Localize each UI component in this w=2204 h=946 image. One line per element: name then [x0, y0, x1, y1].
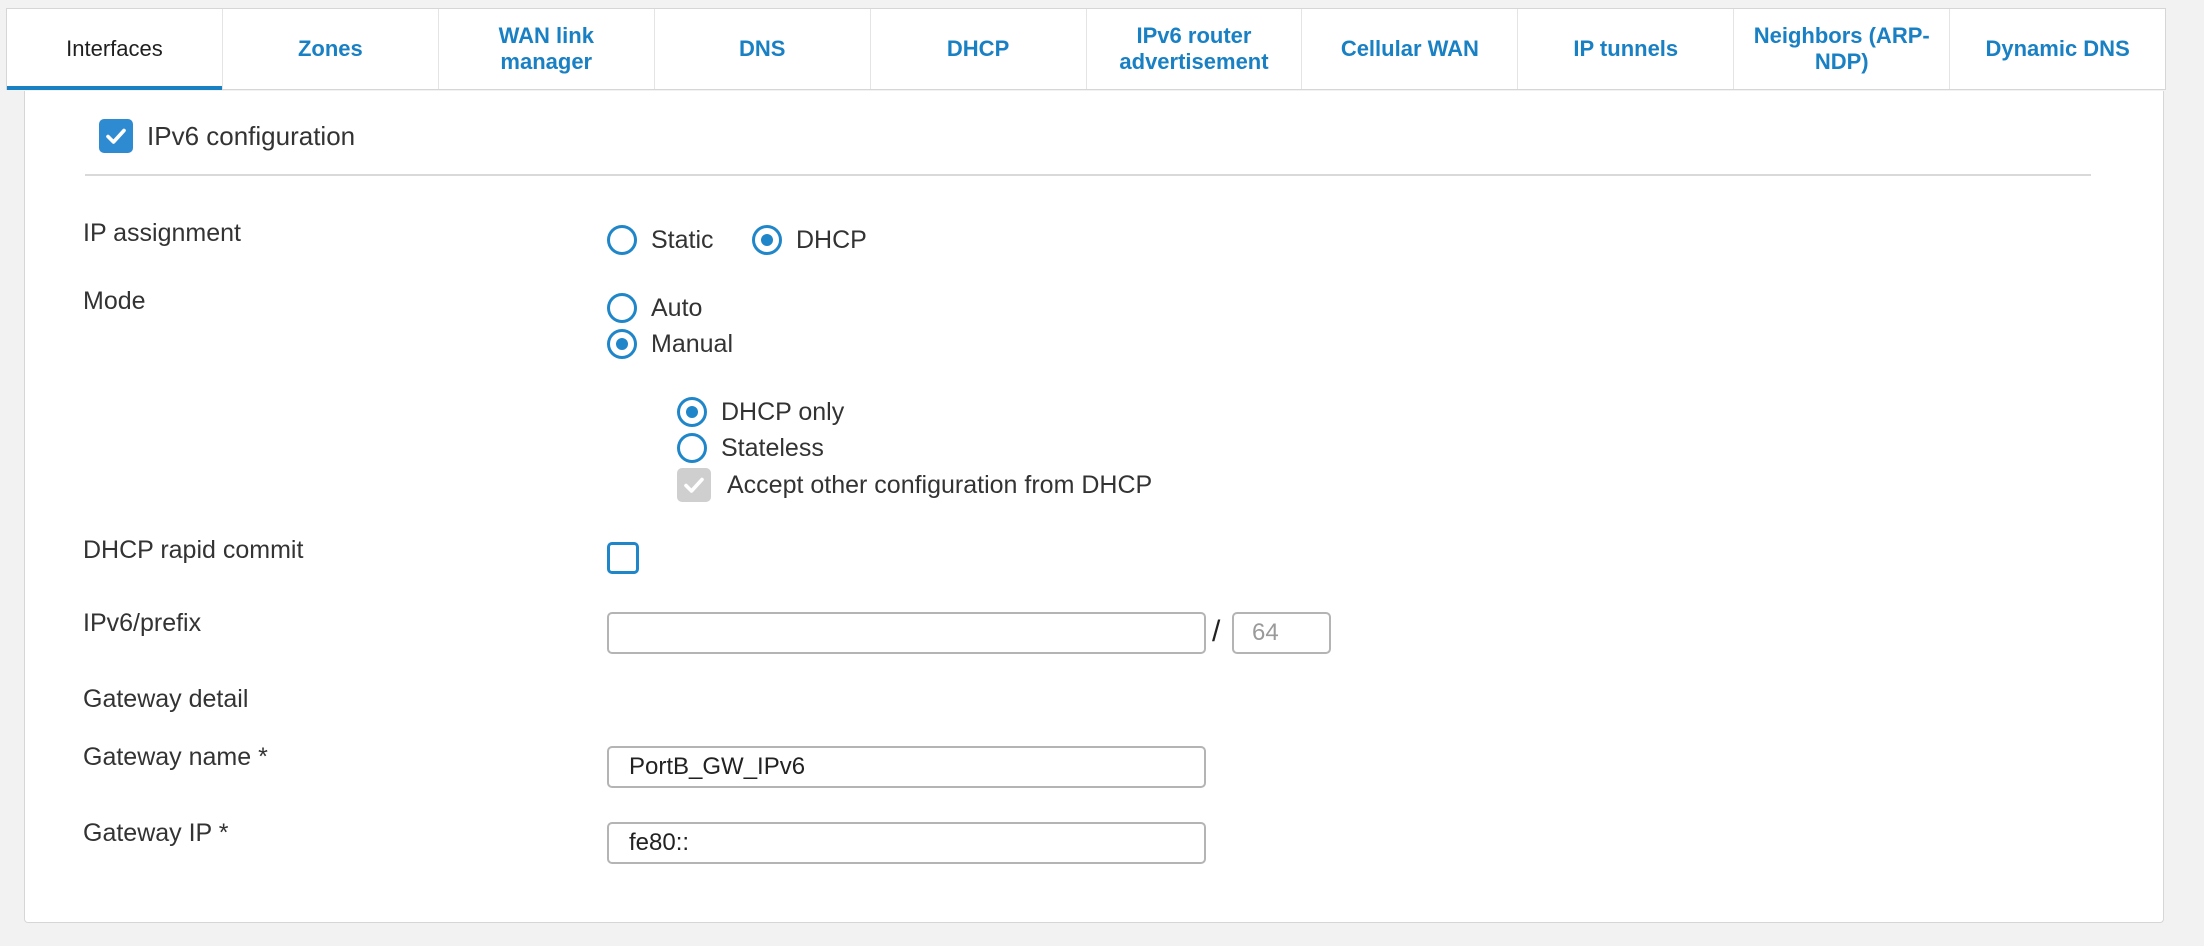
- radio-auto[interactable]: Auto: [607, 293, 702, 323]
- radio-static[interactable]: Static: [607, 225, 714, 255]
- radio-stateless[interactable]: Stateless: [677, 433, 824, 463]
- tab-interfaces[interactable]: Interfaces: [7, 9, 223, 90]
- prefix-length-input[interactable]: [1232, 612, 1331, 654]
- tab-dns[interactable]: DNS: [655, 9, 871, 89]
- accept-other-config-label: Accept other configuration from DHCP: [727, 470, 1153, 499]
- ipv6-config-panel: IPv6 configuration IP assignment Static …: [24, 91, 2164, 923]
- tab-dynamic-dns[interactable]: Dynamic DNS: [1950, 9, 2165, 89]
- gateway-ip-label: Gateway IP *: [83, 819, 229, 847]
- radio-stateless-label: Stateless: [721, 433, 824, 462]
- radio-dhcp-only-label: DHCP only: [721, 397, 845, 426]
- tab-neighbors[interactable]: Neighbors (ARP-NDP): [1734, 9, 1951, 89]
- check-icon: [106, 128, 126, 144]
- tab-dhcp[interactable]: DHCP: [871, 9, 1087, 89]
- tab-bar: Interfaces Zones WAN link manager DNS DH…: [6, 8, 2166, 90]
- dhcp-rapid-commit-checkbox[interactable]: [607, 542, 639, 574]
- ipv6-config-checkbox[interactable]: [99, 119, 133, 153]
- radio-auto-circle[interactable]: [607, 293, 637, 323]
- gateway-name-input[interactable]: [607, 746, 1206, 788]
- radio-dhcp-label: DHCP: [796, 225, 867, 254]
- tab-ip-tunnels[interactable]: IP tunnels: [1518, 9, 1735, 89]
- section-divider: [85, 174, 2091, 176]
- accept-other-config[interactable]: Accept other configuration from DHCP: [677, 468, 1152, 502]
- radio-auto-label: Auto: [651, 293, 703, 322]
- ipv6-address-input[interactable]: [607, 612, 1206, 654]
- gateway-ip-input[interactable]: [607, 822, 1206, 864]
- section-title: IPv6 configuration: [147, 120, 356, 151]
- ipv6-config-header: IPv6 configuration: [99, 119, 355, 153]
- radio-manual-circle[interactable]: [607, 329, 637, 359]
- ip-assignment-label: IP assignment: [83, 219, 241, 247]
- radio-stateless-circle[interactable]: [677, 433, 707, 463]
- mode-label: Mode: [83, 287, 146, 315]
- radio-manual-label: Manual: [651, 329, 733, 358]
- tab-wan-link-manager[interactable]: WAN link manager: [439, 9, 655, 89]
- tab-ipv6-router-advertisement[interactable]: IPv6 router advertisement: [1087, 9, 1303, 89]
- radio-dhcp-only-circle[interactable]: [677, 397, 707, 427]
- radio-static-circle[interactable]: [607, 225, 637, 255]
- tab-zones[interactable]: Zones: [223, 9, 439, 89]
- radio-dhcp-circle[interactable]: [752, 225, 782, 255]
- radio-dhcp[interactable]: DHCP: [752, 225, 867, 255]
- dhcp-rapid-commit-label: DHCP rapid commit: [83, 536, 304, 564]
- prefix-separator: /: [1212, 615, 1221, 648]
- accept-other-config-checkbox[interactable]: [677, 468, 711, 502]
- gateway-name-label: Gateway name *: [83, 743, 268, 771]
- check-icon: [684, 477, 704, 493]
- gateway-detail-heading: Gateway detail: [83, 685, 249, 713]
- radio-dhcp-only[interactable]: DHCP only: [677, 397, 844, 427]
- radio-static-label: Static: [651, 225, 714, 254]
- tab-cellular-wan[interactable]: Cellular WAN: [1302, 9, 1519, 89]
- ipv6-prefix-label: IPv6/prefix: [83, 609, 202, 637]
- radio-manual[interactable]: Manual: [607, 329, 733, 359]
